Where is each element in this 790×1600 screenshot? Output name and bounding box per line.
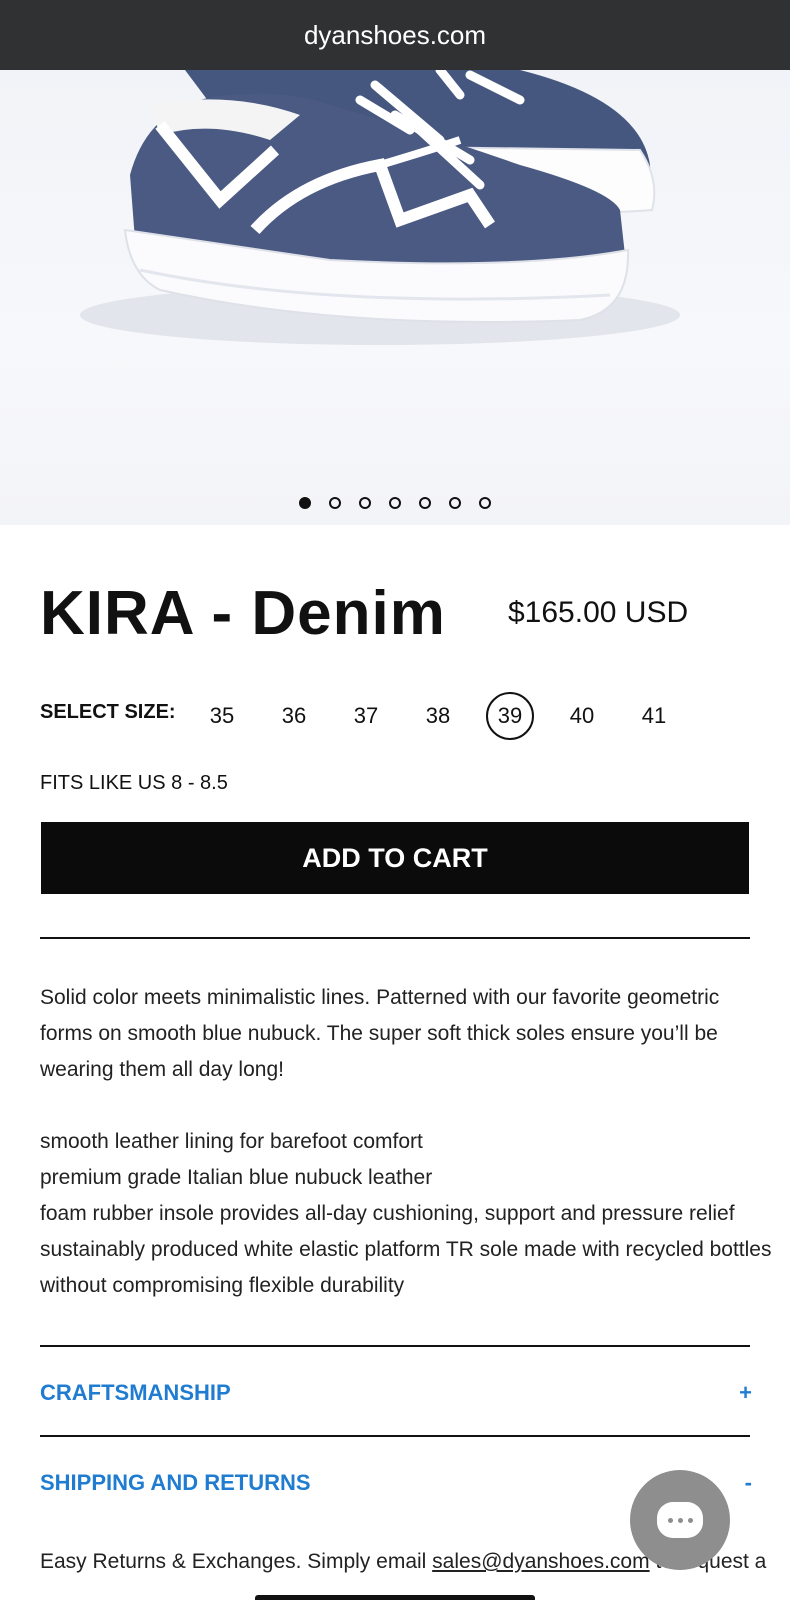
sales-email-link[interactable]: sales@dyanshoes.com <box>432 1550 649 1573</box>
collapse-icon: - <box>744 1470 752 1495</box>
size-option[interactable]: 40 <box>558 692 606 740</box>
feature-list: smooth leather lining for barefoot comfo… <box>40 1124 772 1304</box>
size-selector: 35 36 37 38 39 40 41 <box>198 692 678 740</box>
feature-item: premium grade Italian blue nubuck leathe… <box>40 1166 433 1189</box>
gallery-dot[interactable] <box>479 497 491 509</box>
url-text: dyanshoes.com <box>303 19 487 50</box>
product-title: KIRA - Denim <box>40 579 446 648</box>
chat-icon <box>657 1502 703 1538</box>
size-option-selected[interactable]: 39 <box>486 692 534 740</box>
feature-item: foam rubber insole provides all-day cush… <box>40 1202 735 1225</box>
gallery-dot[interactable] <box>329 497 341 509</box>
accordion-label: SHIPPING AND RETURNS <box>40 1470 311 1495</box>
product-image-gallery[interactable] <box>0 70 790 525</box>
divider <box>40 1435 750 1437</box>
size-option[interactable]: 37 <box>342 692 390 740</box>
divider <box>40 1345 750 1347</box>
size-option[interactable]: 35 <box>198 692 246 740</box>
sneaker-image <box>80 70 680 345</box>
gallery-pagination <box>0 497 790 509</box>
feature-item: sustainably produced white elastic platf… <box>40 1238 772 1261</box>
gallery-dot[interactable] <box>419 497 431 509</box>
expand-icon: + <box>739 1380 752 1405</box>
size-option[interactable]: 36 <box>270 692 318 740</box>
gallery-dot[interactable] <box>389 497 401 509</box>
chat-button[interactable] <box>630 1470 730 1570</box>
gallery-dot[interactable] <box>359 497 371 509</box>
returns-text-before: Easy Returns & Exchanges. Simply email <box>40 1550 433 1573</box>
gallery-dot[interactable] <box>299 497 311 509</box>
accordion-label: CRAFTSMANSHIP <box>40 1380 231 1405</box>
product-price: $165.00 USD <box>508 596 689 629</box>
size-option[interactable]: 38 <box>414 692 462 740</box>
accordion-craftsmanship[interactable]: CRAFTSMANSHIP + <box>40 1380 752 1406</box>
divider <box>40 937 750 939</box>
add-to-cart-button[interactable]: ADD TO CART <box>41 822 749 894</box>
browser-url-bar[interactable]: dyanshoes.com <box>0 0 790 70</box>
bottom-bar-edge <box>255 1595 535 1600</box>
size-option[interactable]: 41 <box>630 692 678 740</box>
size-selector-label: SELECT SIZE: <box>40 701 176 723</box>
product-description: Solid color meets minimalistic lines. Pa… <box>40 980 760 1088</box>
gallery-dot[interactable] <box>449 497 461 509</box>
feature-item: without compromising flexible durability <box>40 1274 405 1297</box>
description-paragraph: Solid color meets minimalistic lines. Pa… <box>40 986 720 1081</box>
fit-note: FITS LIKE US 8 - 8.5 <box>40 772 228 794</box>
feature-item: smooth leather lining for barefoot comfo… <box>40 1130 423 1153</box>
